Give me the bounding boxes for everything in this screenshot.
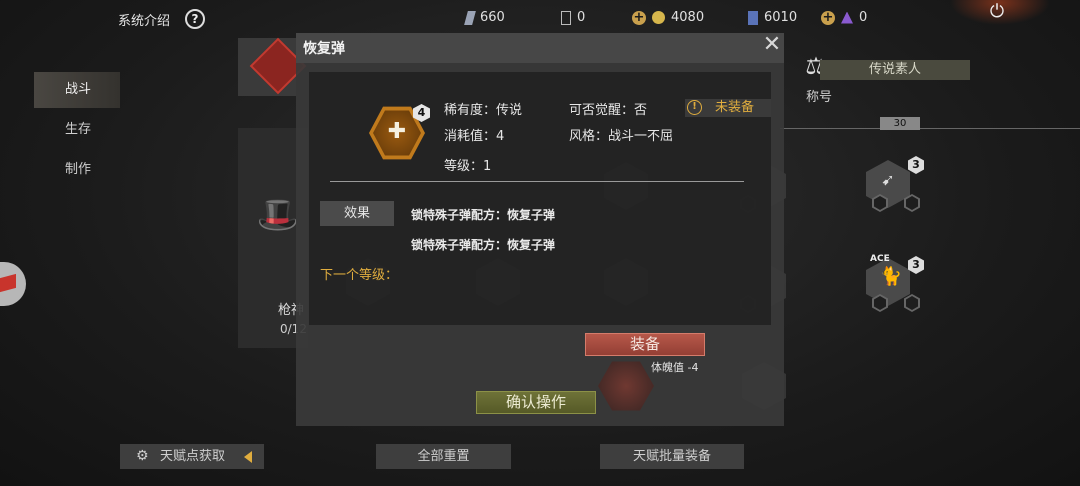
equip-status-text: 未装备: [715, 100, 755, 115]
crystal-count: 0: [859, 10, 868, 25]
bullet-spray-icon: ➹: [881, 170, 895, 189]
add-crystal-icon[interactable]: +: [821, 10, 835, 25]
modal-header: [296, 33, 784, 63]
card-count: 0: [577, 10, 586, 25]
card-icon: [561, 10, 571, 25]
help-icon[interactable]: ?: [185, 9, 205, 29]
cost-text: 消耗值：4: [444, 129, 505, 144]
rarity-text: 稀有度：传说: [444, 103, 523, 118]
modal-title: 恢复弹: [303, 41, 345, 57]
talent-gear-icon: ⚙: [136, 448, 149, 464]
talent-points-button[interactable]: ⚙ 天赋点获取: [120, 444, 264, 469]
gold-resource: + 4080: [632, 10, 704, 25]
score-line: [780, 128, 1080, 129]
style-text: 风格：战斗一不屈: [569, 129, 674, 144]
syringe-cross-icon: ✚: [387, 119, 407, 144]
title-badge: 传说素人: [820, 60, 970, 80]
reset-all-button[interactable]: 全部重置: [376, 444, 511, 469]
talent-points-label: 天赋点获取: [160, 449, 226, 464]
bullet-icon: [464, 10, 476, 25]
close-icon[interactable]: ✕: [762, 33, 782, 57]
equip-button[interactable]: 装备: [585, 333, 705, 356]
ace-label: ACE: [870, 254, 890, 264]
next-level-label: 下一个等级：: [320, 268, 399, 283]
batch-equip-button[interactable]: 天赋批量装备: [600, 444, 744, 469]
equip-cost-text: 体魄值 -4: [651, 361, 699, 374]
level-text: 等级：1: [444, 159, 492, 174]
talent-slot[interactable]: [904, 294, 920, 312]
title-label: 称号: [806, 90, 833, 105]
power-icon[interactable]: ⏻: [987, 2, 1007, 22]
card-resource: 0: [561, 10, 585, 25]
effect-line: 锁特殊子弹配方：恢复子弹: [411, 208, 556, 222]
bullet-count: 660: [480, 10, 505, 25]
warning-icon: !: [687, 100, 702, 115]
score-level-badge: 30: [880, 117, 920, 130]
gem-count: 6010: [764, 10, 798, 25]
gold-coin-icon: [652, 11, 665, 24]
nav-tab-survival[interactable]: 生存: [34, 112, 120, 148]
equip-status-badge: ! 未装备: [685, 99, 771, 117]
confirm-button[interactable]: 确认操作: [476, 391, 596, 414]
section-divider: [330, 181, 744, 182]
nav-tab-battle[interactable]: 战斗: [34, 72, 120, 108]
cat-icon: 🐈: [879, 266, 903, 287]
gold-count: 4080: [671, 10, 705, 25]
effect-label: 效果: [320, 201, 394, 226]
add-gold-icon[interactable]: +: [632, 10, 646, 25]
gem-card-icon: [748, 10, 758, 25]
talent-level-badge: 3: [908, 156, 924, 174]
gem-resource: 6010: [748, 10, 797, 25]
bullet-resource: 660: [464, 10, 505, 25]
side-drawer-tab[interactable]: [0, 262, 26, 306]
purple-crystal-icon: [841, 11, 853, 24]
effect-line: 锁特殊子弹配方：恢复子弹: [411, 238, 556, 252]
awakenable-text: 可否觉醒：否: [569, 103, 648, 118]
nav-tab-crafting[interactable]: 制作: [34, 152, 120, 188]
arrow-left-icon: [244, 451, 252, 463]
talent-level-badge: 3: [908, 256, 924, 274]
system-intro-title[interactable]: 系统介绍: [118, 10, 170, 29]
crystal-resource: + 0: [821, 10, 867, 25]
